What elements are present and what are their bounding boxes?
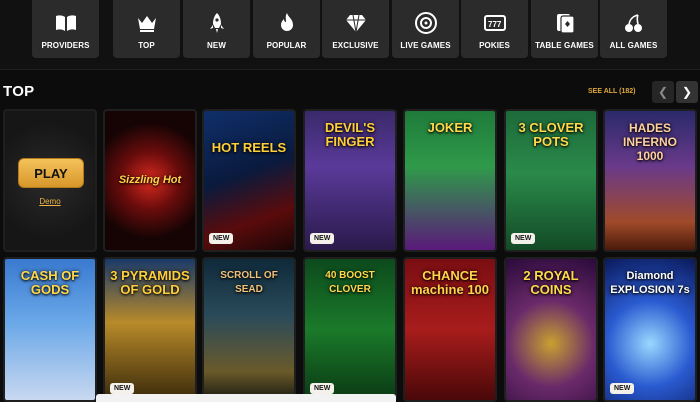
game-tile[interactable]: Sizzling Hot [103,109,197,252]
category-table-games[interactable]: TABLE GAMES [531,0,598,58]
new-badge: NEW [110,383,135,394]
game-title: DEVIL'S FINGER [324,120,376,149]
game-title: HADES INFERNO 1000 [623,121,677,163]
notification-toast [96,394,396,402]
game-title: Sizzling Hot [118,174,182,186]
category-exclusive[interactable]: EXCLUSIVE [322,0,389,58]
see-all-link[interactable]: SEE ALL (182) [588,88,635,95]
game-title: SCROLL OF SEAD [220,270,278,295]
cards-icon [556,14,575,34]
cherries-icon [624,14,642,32]
category-top[interactable]: TOP [113,0,180,58]
category-label: LIVE GAMES [400,41,451,50]
game-title: CHANCE machine 100 [410,268,490,297]
flame-icon [280,13,293,31]
category-new[interactable]: NEW [183,0,250,58]
category-providers[interactable]: PROVIDERS [32,0,99,58]
demo-link[interactable]: Demo [5,197,95,206]
chevron-left-icon: ❮ [657,85,669,99]
game-title: CASH OF GODS [20,268,80,297]
category-label: PROVIDERS [41,41,90,50]
svg-text:777: 777 [488,20,502,29]
game-title: Diamond EXPLOSION 7s [610,270,690,296]
book-icon [55,15,76,31]
category-all-games[interactable]: ALL GAMES [600,0,667,58]
game-tile[interactable]: SCROLL OF SEAD [202,257,296,402]
new-badge: NEW [310,383,335,394]
game-tile[interactable]: HADES INFERNO 1000 [603,109,697,252]
game-title: HOT REELS [211,140,287,155]
game-tile[interactable]: 3 CLOVER POTS NEW [504,109,598,252]
game-title: 2 ROYAL COINS [523,268,579,297]
new-badge: NEW [310,233,335,244]
new-badge: NEW [610,383,635,394]
rocket-icon [209,13,224,33]
category-label: ALL GAMES [609,41,658,50]
carousel-prev-button[interactable]: ❮ [652,81,674,103]
category-nav: PROVIDERS TOP NEW POPULAR EXCLUSIVE LIVE… [0,0,700,70]
new-badge: NEW [209,233,234,244]
game-tile[interactable]: 40 BOOST CLOVER NEW [303,257,397,402]
category-label: NEW [207,41,226,50]
game-title: JOKER [427,120,473,135]
category-label: TOP [138,41,155,50]
category-live-games[interactable]: LIVE GAMES [392,0,459,58]
play-button[interactable]: PLAY [18,158,84,188]
crown-icon [137,16,156,32]
game-tile[interactable]: CHANCE machine 100 [403,257,497,402]
game-tile[interactable]: 2 ROYAL COINS [504,257,598,402]
category-label: POKIES [479,41,510,50]
carousel-next-button[interactable]: ❯ [676,81,698,103]
game-tile[interactable]: JOKER [403,109,497,252]
category-pokies[interactable]: 777 POKIES [461,0,528,58]
game-title: 3 CLOVER POTS [518,120,584,149]
game-title: 3 PYRAMIDS OF GOLD [110,268,190,297]
game-tile[interactable]: 3 PYRAMIDS OF GOLD NEW [103,257,197,402]
game-title: 40 BOOST CLOVER [325,270,375,295]
chevron-right-icon: ❯ [681,85,693,99]
category-label: EXCLUSIVE [332,41,379,50]
game-tile[interactable]: DEVIL'S FINGER NEW [303,109,397,252]
new-badge: NEW [511,233,536,244]
game-tile[interactable]: HOT REELS NEW [202,109,296,252]
category-label: TABLE GAMES [535,41,594,50]
game-tile[interactable]: Diamond EXPLOSION 7s NEW [603,257,697,402]
game-tile[interactable]: CASH OF GODS [3,257,97,402]
diamond-icon [345,14,366,33]
category-popular[interactable]: POPULAR [253,0,320,58]
category-label: POPULAR [266,41,307,50]
featured-game-tile[interactable]: PLAY Demo [3,109,97,252]
slot-machine-icon: 777 [483,15,506,31]
roulette-icon [414,12,437,34]
section-title: TOP [3,83,35,100]
